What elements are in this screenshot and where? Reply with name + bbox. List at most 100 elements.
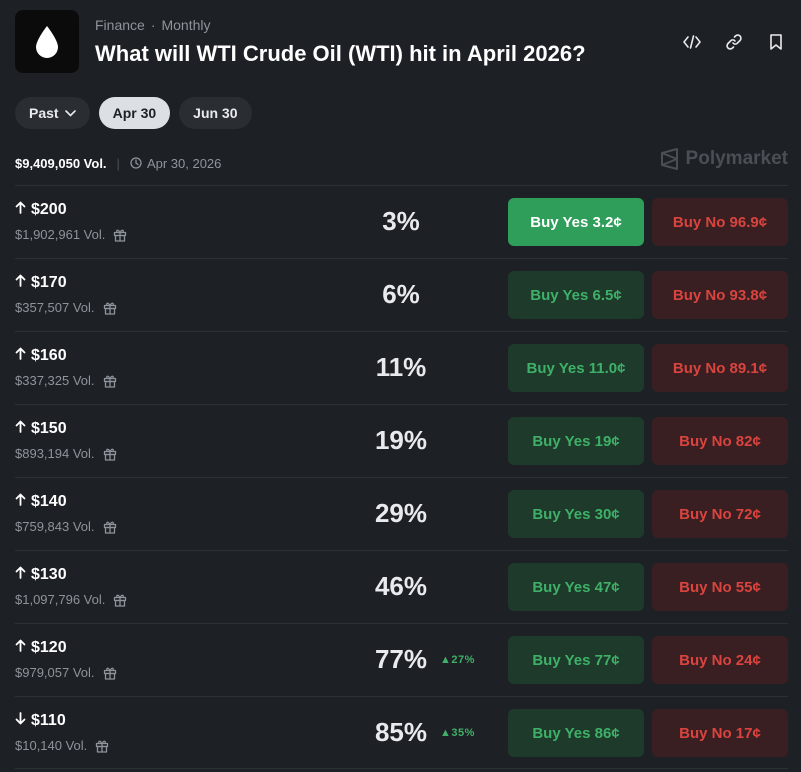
market-label: $150: [15, 420, 67, 438]
gift-icon[interactable]: [103, 520, 117, 534]
market-meta: $9,409,050 Vol. | Apr 30, 2026 Polymarke…: [15, 148, 788, 172]
buy-no-button[interactable]: Buy No 72¢: [652, 490, 788, 538]
market-threshold: $150: [31, 420, 67, 437]
arrow-down-icon: [15, 712, 26, 730]
market-row[interactable]: $200 $1,902,961 Vol. 3% Buy Yes 3.2¢ Buy…: [15, 185, 788, 258]
market-label: $160: [15, 347, 67, 365]
gift-icon[interactable]: [113, 593, 127, 607]
buy-no-button[interactable]: Buy No 17¢: [652, 709, 788, 757]
arrow-up-icon: [15, 639, 26, 657]
arrow-up-icon: [15, 566, 26, 584]
market-volume-text: $1,902,961 Vol.: [15, 227, 106, 242]
market-volume: $893,194 Vol.: [15, 446, 117, 461]
tab-jun-30[interactable]: Jun 30: [179, 97, 252, 129]
market-label: $140: [15, 493, 67, 511]
market-threshold: $160: [31, 347, 67, 364]
market-volume: $979,057 Vol.: [15, 665, 117, 680]
buy-no-button[interactable]: Buy No 93.8¢: [652, 271, 788, 319]
gift-icon[interactable]: [103, 447, 117, 461]
market-label: $170: [15, 274, 67, 292]
market-row[interactable]: $160 $337,325 Vol. 11% Buy Yes 11.0¢ Buy…: [15, 331, 788, 404]
buy-yes-button[interactable]: Buy Yes 30¢: [508, 490, 644, 538]
polymarket-logo-icon: [660, 148, 678, 170]
market-row[interactable]: $110 $10,140 Vol. 85% ▲35% Buy Yes 86¢ B…: [15, 696, 788, 769]
buy-yes-button[interactable]: Buy Yes 86¢: [508, 709, 644, 757]
market-threshold: $130: [31, 566, 67, 583]
market-row[interactable]: $130 $1,097,796 Vol. 46% Buy Yes 47¢ Buy…: [15, 550, 788, 623]
market-volume: $1,097,796 Vol.: [15, 592, 127, 607]
header-actions: [682, 32, 786, 52]
market-probability: 29%: [374, 498, 428, 528]
market-row[interactable]: $140 $759,843 Vol. 29% Buy Yes 30¢ Buy N…: [15, 477, 788, 550]
buy-yes-button[interactable]: Buy Yes 11.0¢: [508, 344, 644, 392]
buy-no-button[interactable]: Buy No 82¢: [652, 417, 788, 465]
buy-yes-button[interactable]: Buy Yes 6.5¢: [508, 271, 644, 319]
buy-yes-button[interactable]: Buy Yes 19¢: [508, 417, 644, 465]
tab-past[interactable]: Past: [15, 97, 90, 129]
market-row[interactable]: $120 $979,057 Vol. 77% ▲27% Buy Yes 77¢ …: [15, 623, 788, 696]
gift-icon[interactable]: [103, 301, 117, 315]
gift-icon[interactable]: [103, 666, 117, 680]
buy-yes-button[interactable]: Buy Yes 77¢: [508, 636, 644, 684]
total-volume: $9,409,050 Vol.: [15, 155, 107, 171]
market-volume-text: $10,140 Vol.: [15, 738, 88, 753]
market-probability: 77%: [374, 644, 428, 674]
market-label: $120: [15, 639, 67, 657]
market-label: $110: [15, 712, 66, 730]
date-tabs: Past Apr 30 Jun 30: [15, 97, 252, 129]
gift-icon[interactable]: [95, 739, 109, 753]
market-threshold: $140: [31, 493, 67, 510]
market-row[interactable]: $170 $357,507 Vol. 6% Buy Yes 6.5¢ Buy N…: [15, 258, 788, 331]
market-row[interactable]: $150 $893,194 Vol. 19% Buy Yes 19¢ Buy N…: [15, 404, 788, 477]
market-volume: $759,843 Vol.: [15, 519, 117, 534]
code-embed-icon[interactable]: [682, 32, 702, 52]
buy-no-button[interactable]: Buy No 96.9¢: [652, 198, 788, 246]
market-volume-text: $979,057 Vol.: [15, 665, 95, 680]
market-volume: $1,902,961 Vol.: [15, 227, 127, 242]
breadcrumb-separator: ·: [150, 17, 156, 33]
tab-apr-30[interactable]: Apr 30: [98, 97, 171, 129]
market-header: Finance · Monthly What will WTI Crude Oil …: [15, 10, 786, 73]
tab-past-label: Past: [29, 105, 59, 121]
end-date-text: Apr 30, 2026: [146, 155, 222, 171]
market-threshold: $200: [31, 201, 67, 218]
market-volume-text: $1,097,796 Vol.: [15, 592, 106, 607]
bookmark-icon[interactable]: [766, 32, 786, 52]
tab-apr-30-label: Apr 30: [112, 105, 157, 121]
buy-no-button[interactable]: Buy No 24¢: [652, 636, 788, 684]
oil-drop-icon: [36, 25, 58, 58]
oil-drop-logo: [15, 10, 79, 73]
market-volume-text: $337,325 Vol.: [15, 373, 95, 388]
market-threshold: $110: [31, 712, 66, 729]
page-title: What will WTI Crude Oil (WTI) hit in Apr…: [95, 41, 586, 66]
arrow-up-icon: [15, 201, 26, 219]
buy-no-button[interactable]: Buy No 89.1¢: [652, 344, 788, 392]
tab-jun-30-label: Jun 30: [193, 105, 238, 121]
market-volume: $337,325 Vol.: [15, 373, 117, 388]
market-label: $200: [15, 201, 67, 219]
market-probability: 85%: [374, 717, 428, 747]
market-probability: 3%: [382, 206, 420, 236]
market-volume-text: $357,507 Vol.: [15, 300, 95, 315]
arrow-up-icon: [15, 493, 26, 511]
market-volume-text: $893,194 Vol.: [15, 446, 95, 461]
market-probability: 6%: [382, 279, 420, 309]
clock-icon: [130, 157, 142, 169]
meta-divider: |: [116, 155, 120, 171]
breadcrumb: Finance · Monthly: [95, 17, 211, 33]
breadcrumb-frequency[interactable]: Monthly: [161, 17, 210, 33]
gift-icon[interactable]: [113, 228, 127, 242]
market-list: $200 $1,902,961 Vol. 3% Buy Yes 3.2¢ Buy…: [15, 185, 788, 769]
polymarket-brand: Polymarket: [660, 148, 788, 170]
buy-no-button[interactable]: Buy No 55¢: [652, 563, 788, 611]
market-label: $130: [15, 566, 67, 584]
buy-yes-button[interactable]: Buy Yes 47¢: [508, 563, 644, 611]
market-volume: $357,507 Vol.: [15, 300, 117, 315]
market-threshold: $170: [31, 274, 67, 291]
buy-yes-button[interactable]: Buy Yes 3.2¢: [508, 198, 644, 246]
market-probability: 46%: [374, 571, 428, 601]
link-icon[interactable]: [724, 32, 744, 52]
breadcrumb-category[interactable]: Finance: [95, 17, 145, 33]
gift-icon[interactable]: [103, 374, 117, 388]
market-probability: 11%: [375, 352, 427, 382]
